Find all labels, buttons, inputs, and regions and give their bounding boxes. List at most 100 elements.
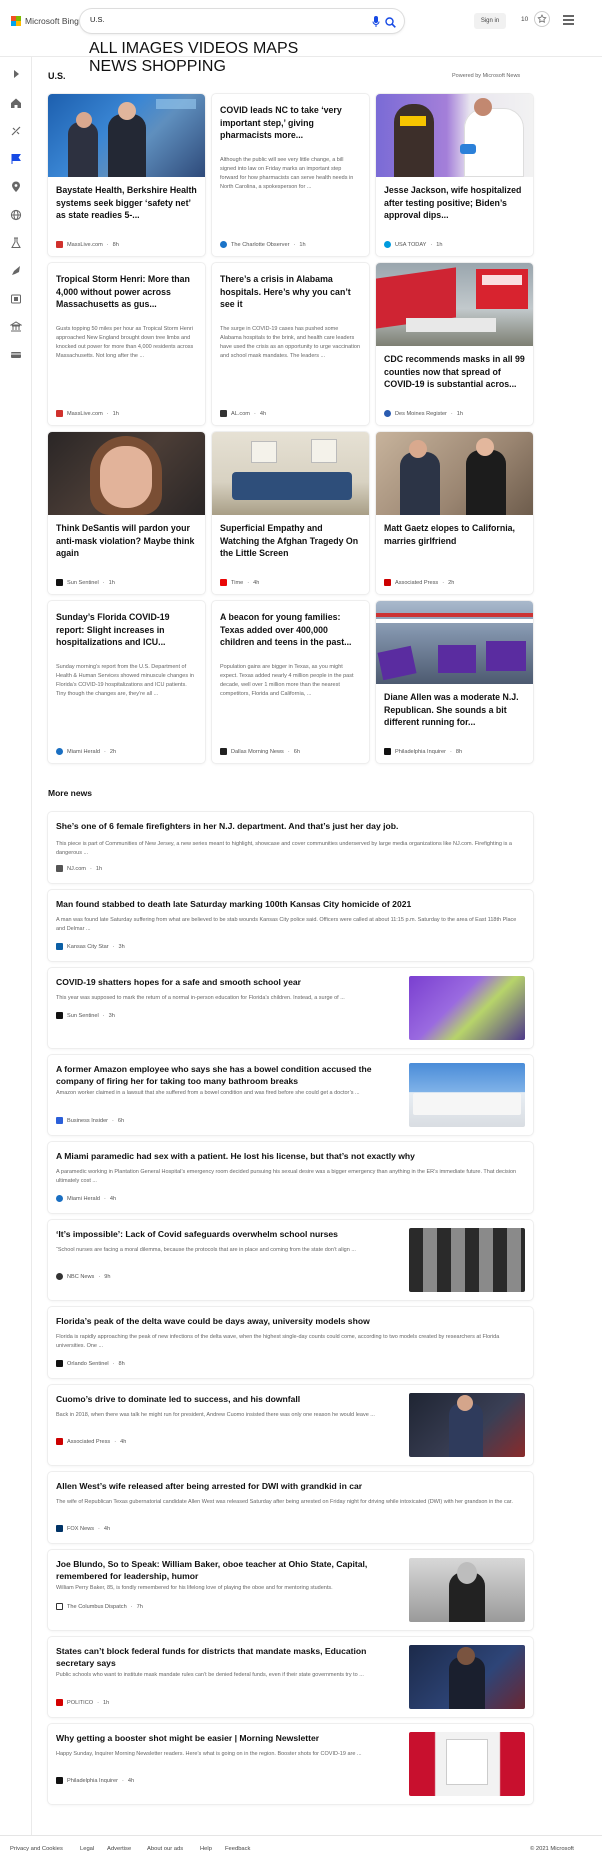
news-card[interactable]: Diane Allen was a moderate N.J. Republic… [376,601,533,763]
card-snippet: The surge in COVID-19 cases has pushed s… [220,326,361,359]
item-headline[interactable]: Man found stabbed to death late Saturday… [56,898,525,910]
powered-by[interactable]: Powered by Microsoft News [452,73,520,79]
item-snippet: William Perry Baker, 85, is fondly remem… [56,1585,333,1591]
footer-link-privacy[interactable]: Privacy and Cookies [10,1846,63,1852]
layout-icon[interactable] [10,348,22,360]
more-news-item[interactable]: States can’t block federal funds for dis… [48,1637,533,1717]
home-icon[interactable] [10,96,22,108]
more-news-item[interactable]: ‘It’s impossible’: Lack of Covid safegua… [48,1220,533,1300]
rocket-icon[interactable] [10,264,22,276]
tab-shopping[interactable]: SHOPPING [141,58,225,75]
news-card[interactable]: Think DeSantis will pardon your anti-mas… [48,432,205,594]
card-headline[interactable]: COVID leads NC to take ‘very important s… [220,104,361,142]
footer-link-help[interactable]: Help [200,1846,212,1852]
item-thumbnail [409,1732,525,1796]
footer-link-about-ads[interactable]: About our ads [147,1846,183,1852]
more-news-item[interactable]: Joe Blundo, So to Speak: William Baker, … [48,1550,533,1630]
location-icon[interactable] [10,180,22,192]
source-logo-icon [384,748,391,755]
more-news-item[interactable]: Man found stabbed to death late Saturday… [48,890,533,961]
item-headline[interactable]: ‘It’s impossible’: Lack of Covid safegua… [56,1228,393,1240]
item-thumbnail [409,1063,525,1127]
item-snippet: This year was supposed to mark the retur… [56,995,345,1001]
tab-all[interactable]: ALL [89,40,117,57]
item-thumbnail [409,1645,525,1709]
category-rail [0,57,32,1835]
footer-link-feedback[interactable]: Feedback [225,1846,250,1852]
entertainment-icon[interactable] [10,292,22,304]
card-headline[interactable]: Think DeSantis will pardon your anti-mas… [56,522,197,560]
more-news-item[interactable]: Cuomo’s drive to dominate led to success… [48,1385,533,1465]
news-card[interactable]: Superficial Empathy and Watching the Afg… [212,432,369,594]
footer-link-advertise[interactable]: Advertise [107,1846,131,1852]
hamburger-menu-icon[interactable] [563,15,574,27]
card-source: Dallas Morning News · 6h [220,748,300,755]
item-snippet: Florida is rapidly approaching the peak … [56,1334,500,1349]
card-headline[interactable]: Tropical Storm Henri: More than 4,000 wi… [56,273,197,311]
bing-logo[interactable]: Microsoft Bing [11,16,79,26]
news-card[interactable]: A beacon for young families: Texas added… [212,601,369,763]
item-source: Orlando Sentinel · 8h [56,1360,125,1367]
science-icon[interactable] [10,236,22,248]
card-headline[interactable]: There’s a crisis in Alabama hospitals. H… [220,273,361,311]
tab-maps[interactable]: MAPS [253,40,298,57]
source-logo-icon [56,748,63,755]
item-headline[interactable]: A former Amazon employee who says she ha… [56,1063,393,1087]
flag-icon[interactable] [10,152,22,164]
item-headline[interactable]: Cuomo’s drive to dominate led to success… [56,1393,393,1405]
more-news-item[interactable]: Why getting a booster shot might be easi… [48,1724,533,1804]
footer-link-legal[interactable]: Legal [80,1846,94,1852]
more-news-item[interactable]: A Miami paramedic had sex with a patient… [48,1142,533,1213]
card-headline[interactable]: Diane Allen was a moderate N.J. Republic… [384,691,525,729]
news-card[interactable]: Jesse Jackson, wife hospitalized after t… [376,94,533,256]
search-box[interactable] [80,9,404,33]
item-headline[interactable]: Florida’s peak of the delta wave could b… [56,1315,525,1327]
sports-icon[interactable] [10,124,22,136]
item-thumbnail [409,1393,525,1457]
money-icon[interactable] [9,320,23,332]
card-headline[interactable]: Jesse Jackson, wife hospitalized after t… [384,184,525,222]
expand-rail-icon[interactable] [10,67,22,79]
tab-videos[interactable]: VIDEOS [188,40,248,57]
more-news-item[interactable]: She’s one of 6 female firefighters in he… [48,812,533,883]
card-headline[interactable]: A beacon for young families: Texas added… [220,611,361,649]
source-logo-icon [56,1525,63,1532]
item-headline[interactable]: States can’t block federal funds for dis… [56,1645,393,1669]
item-headline[interactable]: She’s one of 6 female firefighters in he… [56,820,525,832]
more-news-item[interactable]: A former Amazon employee who says she ha… [48,1055,533,1135]
more-news-item[interactable]: COVID-19 shatters hopes for a safe and s… [48,968,533,1048]
item-headline[interactable]: A Miami paramedic had sex with a patient… [56,1150,525,1162]
news-card[interactable]: COVID leads NC to take ‘very important s… [212,94,369,256]
search-icon[interactable] [385,15,396,33]
card-image [376,263,533,346]
item-headline[interactable]: COVID-19 shatters hopes for a safe and s… [56,976,393,988]
source-logo-icon [56,410,63,417]
news-card[interactable]: There’s a crisis in Alabama hospitals. H… [212,263,369,425]
card-headline[interactable]: Baystate Health, Berkshire Health system… [56,184,197,222]
item-headline[interactable]: Allen West’s wife released after being a… [56,1480,525,1492]
rewards-icon[interactable] [534,11,550,27]
more-news-item[interactable]: Allen West’s wife released after being a… [48,1472,533,1543]
search-input[interactable] [90,15,340,24]
item-headline[interactable]: Why getting a booster shot might be easi… [56,1732,393,1744]
microphone-icon[interactable] [372,15,380,33]
news-card[interactable]: Baystate Health, Berkshire Health system… [48,94,205,256]
more-news-item[interactable]: Florida’s peak of the delta wave could b… [48,1307,533,1378]
tab-images[interactable]: IMAGES [121,40,183,57]
source-logo-icon [56,1117,63,1124]
source-logo-icon [56,1012,63,1019]
card-image [48,432,205,515]
item-headline[interactable]: Joe Blundo, So to Speak: William Baker, … [56,1558,393,1582]
news-card[interactable]: Tropical Storm Henri: More than 4,000 wi… [48,263,205,425]
card-headline[interactable]: Sunday’s Florida COVID-19 report: Slight… [56,611,197,649]
card-headline[interactable]: Superficial Empathy and Watching the Afg… [220,522,361,560]
news-card[interactable]: CDC recommends masks in all 99 counties … [376,263,533,425]
card-image [376,432,533,515]
news-card[interactable]: Sunday’s Florida COVID-19 report: Slight… [48,601,205,763]
card-headline[interactable]: Matt Gaetz elopes to California, marries… [384,522,525,547]
card-headline[interactable]: CDC recommends masks in all 99 counties … [384,353,525,391]
sign-in-button[interactable]: Sign in [474,13,506,29]
news-card[interactable]: Matt Gaetz elopes to California, marries… [376,432,533,594]
tab-news[interactable]: NEWS [89,58,137,75]
globe-icon[interactable] [10,208,22,221]
